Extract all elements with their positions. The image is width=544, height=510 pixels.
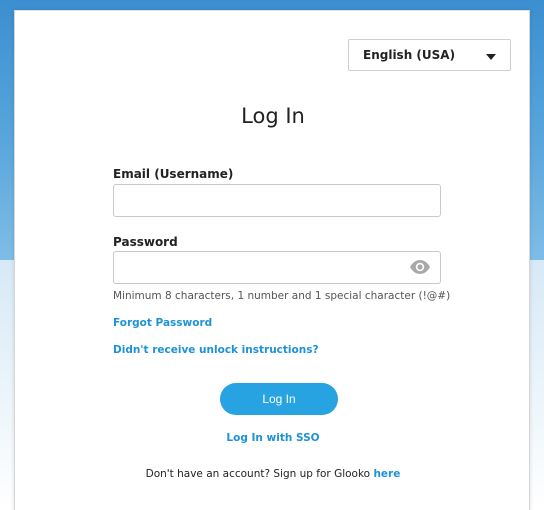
sso-login-link[interactable]: Log In with SSO	[15, 432, 531, 444]
page-title: Log In	[241, 104, 305, 128]
signup-prompt: Don't have an account? Sign up for Glook…	[15, 468, 531, 480]
chevron-down-icon	[486, 54, 496, 60]
password-label: Password	[113, 235, 178, 249]
unlock-instructions-link[interactable]: Didn't receive unlock instructions?	[113, 344, 319, 356]
language-select[interactable]: English (USA)	[348, 39, 511, 71]
email-label: Email (Username)	[113, 167, 234, 181]
login-card: English (USA) Log In Email (Username) Pa…	[14, 10, 530, 510]
email-field[interactable]	[113, 184, 441, 217]
password-hint: Minimum 8 characters, 1 number and 1 spe…	[113, 290, 451, 302]
login-button[interactable]: Log In	[220, 383, 338, 415]
signup-text: Don't have an account? Sign up for Glook…	[145, 468, 374, 480]
signup-link[interactable]: here	[373, 468, 400, 480]
forgot-password-link[interactable]: Forgot Password	[113, 317, 212, 329]
language-value: English (USA)	[363, 48, 456, 62]
password-field[interactable]	[113, 251, 441, 284]
eye-icon[interactable]	[409, 258, 431, 276]
